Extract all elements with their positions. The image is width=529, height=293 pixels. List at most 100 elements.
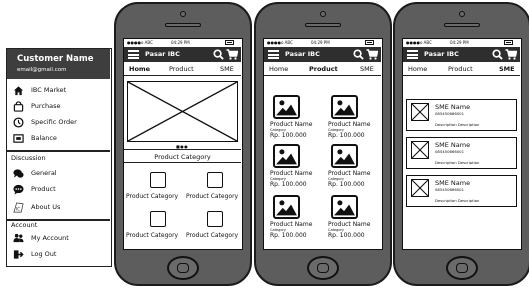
users-icon — [13, 233, 24, 243]
cart-icon[interactable] — [366, 49, 378, 60]
screen: ●●●●o ABC 04:29 PM Pasar IBC Home Produc… — [123, 38, 243, 250]
product-card[interactable]: Product Name Category Rp. 100.000 — [270, 144, 322, 192]
drawer-item-balance[interactable]: Balance — [7, 131, 110, 147]
category-label[interactable]: Product Category — [186, 232, 238, 239]
tab-sme[interactable]: SME — [499, 65, 515, 73]
menu-icon[interactable] — [128, 50, 139, 59]
product-price: Rp. 100.000 — [270, 181, 307, 188]
status-bar: ●●●●o ABC 04:29 PM — [403, 39, 520, 47]
app-bar: Pasar IBC — [264, 47, 381, 62]
app-bar: Pasar IBC — [124, 47, 241, 62]
sme-description: Description Description — [435, 198, 480, 203]
sme-card[interactable]: SME Name 085450666001 Description Descript… — [406, 175, 517, 207]
cart-icon[interactable] — [505, 49, 517, 60]
image-icon — [273, 144, 300, 168]
category-label[interactable]: Product Category — [126, 193, 178, 200]
drawer-item-label: IBC Market — [31, 86, 67, 94]
menu-icon[interactable] — [268, 50, 279, 59]
sme-phone: 085450666001 — [435, 187, 464, 192]
phone-sme-screen: ●●●●o ABC 04:29 PM Pasar IBC Home Produc… — [393, 2, 529, 286]
product-card[interactable]: Product Name Category Rp. 100.000 — [270, 195, 322, 243]
tab-product[interactable]: Product — [309, 65, 338, 73]
drawer-item-log-out[interactable]: Log Out — [7, 247, 110, 263]
clock-label: 04:29 PM — [311, 40, 330, 45]
drawer-item-product[interactable]: Product — [7, 182, 110, 198]
tab-bar: Home Product SME — [403, 63, 520, 75]
product-card[interactable]: Product Name Category Rp. 100.000 — [328, 195, 380, 243]
drawer-item-general[interactable]: General — [7, 166, 110, 182]
banner-image-placeholder[interactable] — [127, 81, 238, 142]
phone-product-screen: ●●●●o ABC 04:29 PM Pasar IBC Home Produc… — [254, 2, 392, 286]
tab-divider — [124, 75, 241, 76]
product-card[interactable]: Product Name Category Rp. 100.000 — [328, 144, 380, 192]
drawer-item-label: My Account — [31, 234, 69, 242]
product-price: Rp. 100.000 — [328, 132, 365, 139]
message-dots-icon — [13, 184, 24, 195]
home-button[interactable] — [446, 256, 478, 280]
sme-card[interactable]: SME Name 085450666001 Description Descript… — [406, 137, 517, 169]
screen: ●●●●o ABC 04:29 PM Pasar IBC Home Produc… — [263, 38, 383, 250]
shopping-bag-icon — [13, 101, 24, 112]
image-icon — [273, 95, 300, 119]
camera — [320, 11, 326, 17]
product-name: Product Name — [328, 170, 371, 177]
product-name: Product Name — [328, 121, 371, 128]
screen: ●●●●o ABC 04:29 PM Pasar IBC Home Produc… — [402, 38, 522, 250]
menu-icon[interactable] — [407, 50, 418, 59]
search-icon[interactable] — [492, 49, 503, 60]
category-icon-box[interactable] — [150, 211, 166, 227]
sme-card[interactable]: SME Name 085450666001 Description Descript… — [406, 99, 517, 131]
product-name: Product Name — [270, 170, 313, 177]
category-icon-box[interactable] — [207, 211, 223, 227]
sme-phone: 085450666001 — [435, 149, 464, 154]
camera — [180, 11, 186, 17]
drawer-header: Customer Name email@gmail.com — [7, 49, 110, 79]
product-name: Product Name — [270, 221, 313, 228]
category-label[interactable]: Product Category — [126, 232, 178, 239]
tab-bar: Home Product SME — [264, 63, 381, 75]
category-icon-box[interactable] — [207, 172, 223, 188]
sme-name: SME Name — [435, 103, 471, 111]
category-label[interactable]: Product Category — [186, 193, 238, 200]
product-price: Rp. 100.000 — [270, 232, 307, 239]
home-button[interactable] — [307, 256, 339, 280]
tab-sme[interactable]: SME — [360, 65, 374, 73]
home-button-inner — [177, 263, 189, 273]
drawer-item-label: Log Out — [31, 250, 57, 258]
divider — [7, 150, 110, 152]
tab-home[interactable]: Home — [269, 65, 288, 73]
product-price: Rp. 100.000 — [270, 132, 307, 139]
tab-divider — [264, 75, 381, 76]
wallet-icon — [13, 134, 24, 143]
clock-label: 04:29 PM — [171, 40, 190, 45]
tab-home[interactable]: Home — [408, 65, 427, 73]
search-icon[interactable] — [213, 49, 224, 60]
search-icon[interactable] — [353, 49, 364, 60]
drawer-item-my-account[interactable]: My Account — [7, 231, 110, 247]
speaker — [165, 23, 201, 27]
cart-icon[interactable] — [226, 49, 238, 60]
status-bar: ●●●●o ABC 04:29 PM — [124, 39, 241, 47]
clock-icon — [13, 117, 24, 128]
category-icon-box[interactable] — [150, 172, 166, 188]
clock-label: 04:29 PM — [450, 40, 469, 45]
discussion-section-title: Discussion — [11, 154, 46, 162]
home-button-inner — [456, 263, 468, 273]
drawer-item-purchase[interactable]: Purchase — [7, 99, 110, 115]
drawer-item-about-us[interactable]: IC About Us — [7, 200, 110, 216]
speaker — [444, 23, 480, 27]
product-name: Product Name — [328, 221, 371, 228]
image-icon — [331, 95, 358, 119]
tab-sme[interactable]: SME — [220, 65, 234, 73]
tab-product[interactable]: Product — [169, 65, 194, 73]
product-card[interactable]: Product Name Category Rp. 100.000 — [270, 95, 322, 143]
product-card[interactable]: Product Name Category Rp. 100.000 — [328, 95, 380, 143]
product-price: Rp. 100.000 — [328, 181, 365, 188]
drawer-item-specific-order[interactable]: Specific Order — [7, 115, 110, 131]
tab-product[interactable]: Product — [448, 65, 473, 73]
battery-icon — [225, 40, 234, 45]
home-button[interactable] — [167, 256, 199, 280]
tab-home[interactable]: Home — [129, 65, 150, 73]
carrier-label: ●●●●o ABC — [267, 40, 293, 45]
drawer-item-ibc-market[interactable]: IBC Market — [7, 83, 110, 99]
